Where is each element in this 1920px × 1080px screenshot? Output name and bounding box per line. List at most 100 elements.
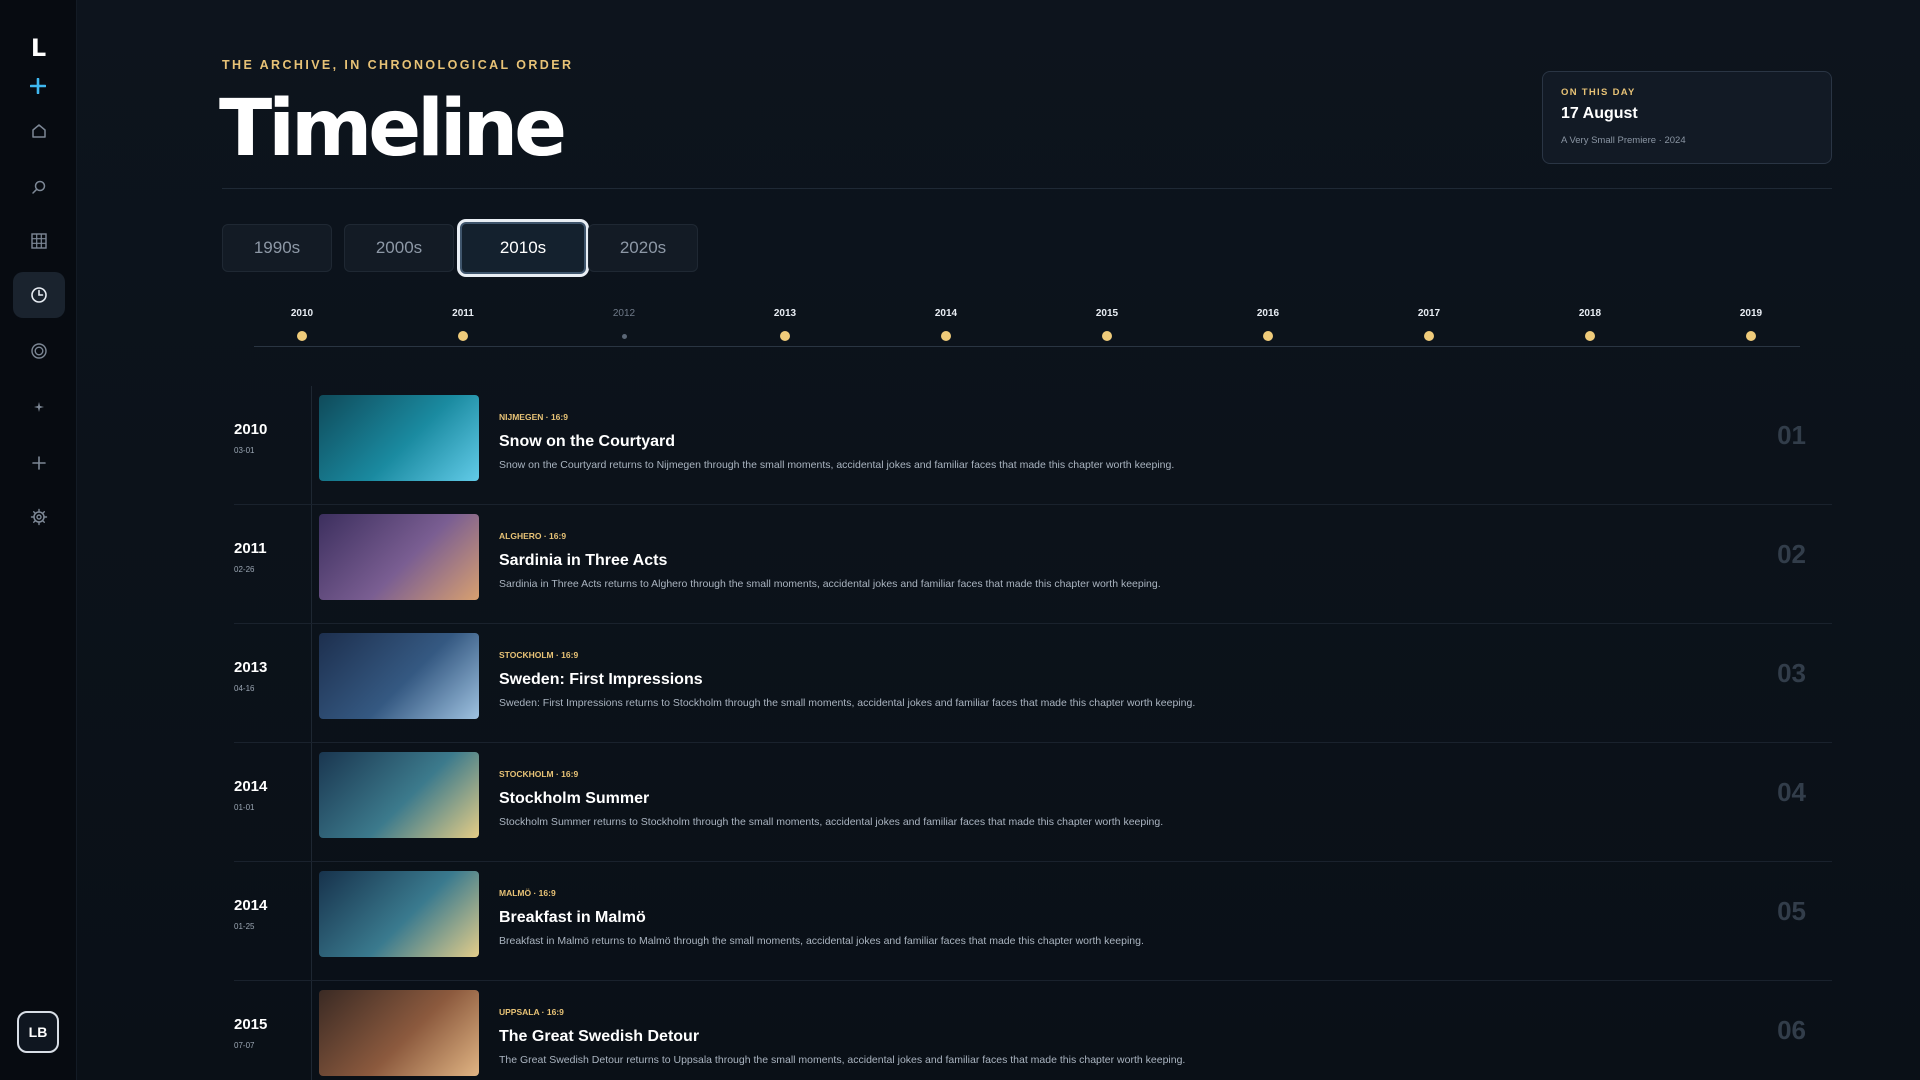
entry-number: 02 bbox=[1777, 539, 1806, 569]
entry-number: 01 bbox=[1777, 420, 1806, 450]
entry-number: 05 bbox=[1777, 896, 1806, 926]
year-marker-2018[interactable]: 2018 bbox=[1560, 308, 1620, 341]
year-track: 2010 2011 2012 2013 2014 2015 2016 2017 2018 2019 bbox=[254, 308, 1800, 348]
avatar[interactable]: LB bbox=[17, 1011, 59, 1053]
entry-year: 2015 bbox=[234, 1016, 268, 1033]
target-icon bbox=[31, 343, 47, 359]
year-dot bbox=[297, 331, 307, 341]
entry-thumbnail[interactable] bbox=[319, 990, 479, 1076]
app-window: L LB THE ARCHIVE, IN CHRONOLOGICAL ORDER… bbox=[0, 0, 1920, 1080]
entry-title[interactable]: Breakfast in Malmö bbox=[499, 909, 646, 927]
nav-settings[interactable] bbox=[13, 494, 65, 540]
entry-location-meta: MALMÖ · 16:9 bbox=[499, 888, 556, 898]
year-marker-2017[interactable]: 2017 bbox=[1399, 308, 1459, 341]
tab-2010s[interactable]: 2010s bbox=[460, 222, 586, 274]
nav-target[interactable] bbox=[13, 328, 65, 374]
entry-year: 2011 bbox=[234, 540, 267, 557]
plus-icon bbox=[29, 77, 47, 95]
year-marker-2013[interactable]: 2013 bbox=[755, 308, 815, 341]
timeline-entry[interactable]: 2015 07-07 UPPSALA · 16:9 The Great Swedish… bbox=[234, 981, 1832, 1080]
entry-number: 06 bbox=[1777, 1015, 1806, 1045]
year-marker-2012[interactable]: 2012 bbox=[594, 308, 654, 339]
timeline-entry[interactable]: 2010 03-01 NIJMEGEN · 16:9 Snow on the Cour… bbox=[234, 386, 1832, 505]
entry-year: 2014 bbox=[234, 897, 268, 914]
year-label: 2012 bbox=[612, 308, 636, 319]
year-marker-2014[interactable]: 2014 bbox=[916, 308, 976, 341]
year-marker-2010[interactable]: 2010 bbox=[272, 308, 332, 341]
year-marker-2015[interactable]: 2015 bbox=[1077, 308, 1137, 341]
entry-title[interactable]: The Great Swedish Detour bbox=[499, 1028, 699, 1046]
timeline-entry[interactable]: 2014 01-25 MALMÖ · 16:9 Breakfast in Malmö B… bbox=[234, 862, 1832, 981]
entry-description: Breakfast in Malmö returns to Malmö thro… bbox=[499, 935, 1144, 947]
entry-description: Sardinia in Three Acts returns to Algher… bbox=[499, 578, 1161, 590]
entry-thumbnail[interactable] bbox=[319, 514, 479, 600]
entry-thumbnail[interactable] bbox=[319, 752, 479, 838]
timeline-entry[interactable]: 2011 02-26 ALGHERO · 16:9 Sardinia in Three… bbox=[234, 505, 1832, 624]
entry-title[interactable]: Stockholm Summer bbox=[499, 790, 649, 808]
year-dot bbox=[1585, 331, 1595, 341]
plus-icon bbox=[32, 456, 46, 470]
on-this-day-date: 17 August bbox=[1561, 105, 1638, 122]
year-label: 2016 bbox=[1256, 308, 1280, 319]
entry-date: 04-16 bbox=[234, 684, 255, 693]
clock-icon bbox=[31, 287, 47, 303]
entry-title[interactable]: Snow on the Courtyard bbox=[499, 433, 675, 451]
tab-2020s[interactable]: 2020s bbox=[588, 224, 698, 272]
entry-location-meta: UPPSALA · 16:9 bbox=[499, 1007, 564, 1017]
app-logo[interactable]: L bbox=[0, 34, 77, 62]
year-dot bbox=[458, 331, 468, 341]
year-label: 2013 bbox=[773, 308, 797, 319]
entry-description: The Great Swedish Detour returns to Upps… bbox=[499, 1054, 1186, 1066]
on-this-day-subtitle: A Very Small Premiere · 2024 bbox=[1561, 135, 1686, 146]
entry-year: 2014 bbox=[234, 778, 268, 795]
year-label: 2018 bbox=[1578, 308, 1602, 319]
header-divider bbox=[222, 188, 1832, 189]
entry-date: 03-01 bbox=[234, 446, 255, 455]
timeline-entry[interactable]: 2013 04-16 STOCKHOLM · 16:9 Sweden: First I… bbox=[234, 624, 1832, 743]
page-title: Timeline bbox=[219, 84, 567, 174]
entry-title[interactable]: Sardinia in Three Acts bbox=[499, 552, 667, 570]
year-dot bbox=[1746, 331, 1756, 341]
nav-search[interactable] bbox=[13, 164, 65, 210]
tab-2000s[interactable]: 2000s bbox=[344, 224, 454, 272]
year-label: 2015 bbox=[1095, 308, 1119, 319]
on-this-day-card[interactable]: ON THIS DAY 17 August A Very Small Premi… bbox=[1542, 71, 1832, 164]
entry-location-meta: ALGHERO · 16:9 bbox=[499, 531, 567, 541]
nav-grid[interactable] bbox=[13, 218, 65, 264]
entry-number: 03 bbox=[1777, 658, 1806, 688]
entry-description: Sweden: First Impressions returns to Sto… bbox=[499, 697, 1196, 709]
entry-location-meta: STOCKHOLM · 16:9 bbox=[499, 650, 579, 660]
home-icon bbox=[32, 124, 46, 138]
year-marker-2016[interactable]: 2016 bbox=[1238, 308, 1298, 341]
nav-add[interactable] bbox=[13, 440, 65, 486]
year-label: 2017 bbox=[1417, 308, 1441, 319]
year-label: 2010 bbox=[290, 308, 314, 319]
nav-home[interactable] bbox=[13, 108, 65, 154]
tab-1990s[interactable]: 1990s bbox=[222, 224, 332, 272]
year-dot bbox=[621, 334, 627, 339]
on-this-day-label: ON THIS DAY bbox=[1561, 87, 1636, 98]
entry-date: 07-07 bbox=[234, 1041, 255, 1050]
entry-date: 01-25 bbox=[234, 922, 255, 931]
year-marker-2011[interactable]: 2011 bbox=[433, 308, 493, 341]
year-dot bbox=[941, 331, 951, 341]
entry-thumbnail[interactable] bbox=[319, 871, 479, 957]
year-dot bbox=[780, 331, 790, 341]
grid-icon bbox=[31, 233, 47, 249]
entry-thumbnail[interactable] bbox=[319, 395, 479, 481]
page-eyebrow: THE ARCHIVE, IN CHRONOLOGICAL ORDER bbox=[222, 58, 574, 72]
year-marker-2019[interactable]: 2019 bbox=[1721, 308, 1781, 341]
entry-description: Stockholm Summer returns to Stockholm th… bbox=[499, 816, 1164, 828]
sparkle-icon bbox=[34, 402, 44, 412]
entry-date: 02-26 bbox=[234, 565, 255, 574]
year-label: 2014 bbox=[934, 308, 958, 319]
year-dot bbox=[1263, 331, 1273, 341]
year-label: 2019 bbox=[1739, 308, 1763, 319]
nav-sparkle[interactable] bbox=[13, 384, 65, 430]
year-track-line bbox=[254, 346, 1800, 347]
entry-title[interactable]: Sweden: First Impressions bbox=[499, 671, 703, 689]
timeline-entry[interactable]: 2014 01-01 STOCKHOLM · 16:9 Stockholm Summe… bbox=[234, 743, 1832, 862]
new-item-button[interactable] bbox=[24, 72, 52, 100]
nav-timeline[interactable] bbox=[13, 272, 65, 318]
entry-thumbnail[interactable] bbox=[319, 633, 479, 719]
